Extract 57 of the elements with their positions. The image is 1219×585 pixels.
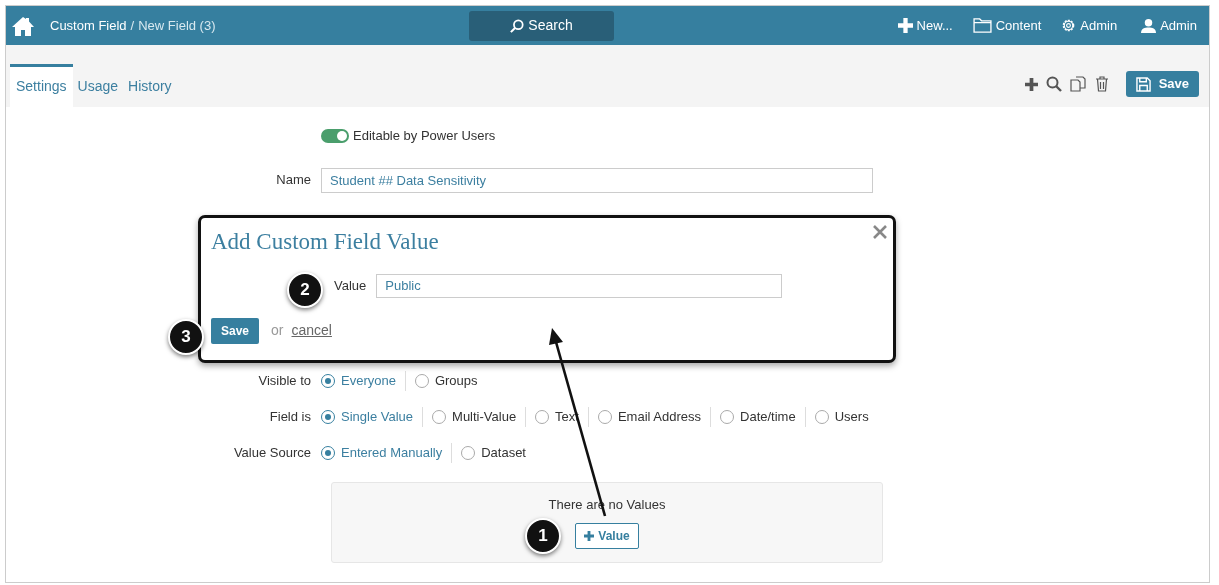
or-text: or: [271, 321, 284, 341]
radio-button[interactable]: [597, 410, 612, 424]
add-value-button[interactable]: Value: [575, 522, 639, 549]
value-field[interactable]: Public: [376, 273, 783, 298]
save-button[interactable]: Save: [1125, 71, 1199, 97]
tab[interactable]: Usage: [72, 64, 124, 107]
radio-label[interactable]: Entered Manually: [341, 443, 443, 463]
search-button[interactable]: Search: [469, 10, 615, 41]
field-label: Visible to: [257, 372, 312, 391]
user-icon: [1141, 18, 1157, 33]
field-label: Value: [334, 276, 367, 295]
field-label: Field is: [268, 408, 312, 427]
radio-button[interactable]: [414, 374, 429, 388]
radio-label[interactable]: Users: [834, 407, 869, 427]
radio-button[interactable]: [432, 410, 447, 424]
home-icon[interactable]: [12, 15, 34, 36]
field-label: Value Source: [232, 444, 312, 463]
save-button[interactable]: Save: [211, 317, 260, 344]
plus-icon: [897, 18, 913, 33]
trash-button[interactable]: [1093, 76, 1110, 92]
radio-button[interactable]: [321, 446, 335, 460]
radio-button[interactable]: [720, 410, 735, 424]
search-button[interactable]: [1045, 76, 1062, 92]
toggle-switch[interactable]: [321, 129, 349, 143]
nav-link[interactable]: New...: [897, 15, 953, 36]
radio-button[interactable]: [814, 410, 829, 424]
breadcrumb-link[interactable]: New Field (3): [138, 15, 216, 36]
nav-link[interactable]: Admin: [1061, 15, 1118, 36]
breadcrumb-separator: /: [130, 16, 135, 35]
modal-title: Add Custom Field Value: [211, 228, 440, 256]
radio-button[interactable]: [321, 410, 335, 424]
radio-label[interactable]: Everyone: [341, 371, 396, 391]
cancel-link[interactable]: cancel: [291, 320, 332, 342]
plus-icon: [584, 530, 595, 541]
tab[interactable]: Settings: [10, 64, 73, 107]
copy-button[interactable]: [1069, 76, 1086, 92]
gear-icon: [1061, 18, 1077, 33]
radio-button[interactable]: [461, 446, 476, 460]
folder-icon: [972, 18, 992, 33]
tab[interactable]: History: [123, 64, 177, 107]
plus-button[interactable]: [1024, 77, 1038, 91]
radio-button[interactable]: [321, 374, 335, 388]
radio-label[interactable]: Groups: [434, 371, 478, 391]
radio-label[interactable]: Date/time: [740, 407, 796, 427]
user-menu[interactable]: Admin: [1141, 15, 1197, 36]
field-label: Name: [275, 171, 312, 190]
breadcrumb-link[interactable]: Custom Field: [50, 15, 127, 36]
radio-label[interactable]: Multi-Value: [452, 407, 517, 427]
radio-label[interactable]: Dataset: [481, 443, 526, 463]
nav-link[interactable]: Content: [972, 15, 1042, 36]
step-badge: 3: [168, 319, 204, 355]
radio-button[interactable]: [535, 410, 550, 424]
search-icon: [510, 18, 525, 33]
radio-label[interactable]: Email Address: [617, 407, 702, 427]
name-field[interactable]: Student ## Data Sensitivity: [321, 167, 873, 193]
radio-label[interactable]: Single Value: [341, 407, 414, 427]
toggle-label: Editable by Power Users: [353, 127, 496, 146]
